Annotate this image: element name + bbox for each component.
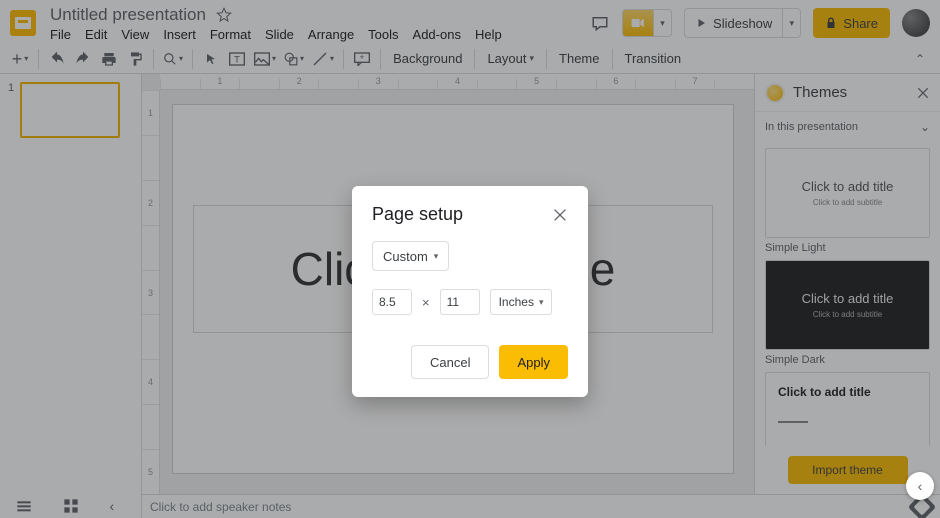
apply-button[interactable]: Apply [499, 345, 568, 379]
dialog-title: Page setup [372, 204, 463, 225]
chevron-down-icon: ▾ [434, 251, 439, 262]
cancel-button[interactable]: Cancel [411, 345, 489, 379]
height-input[interactable] [440, 289, 480, 315]
page-setup-dialog: Page setup Custom ▾ × Inches ▾ Cancel Ap… [352, 186, 588, 397]
side-panel-chevron[interactable]: ‹ [906, 472, 934, 500]
preset-dropdown[interactable]: Custom ▾ [372, 241, 449, 271]
close-icon[interactable] [552, 207, 568, 223]
unit-dropdown[interactable]: Inches ▾ [490, 289, 553, 315]
width-input[interactable] [372, 289, 412, 315]
dim-separator: × [422, 295, 430, 310]
chevron-down-icon: ▾ [539, 297, 544, 308]
preset-value: Custom [383, 249, 428, 264]
unit-value: Inches [499, 295, 534, 309]
